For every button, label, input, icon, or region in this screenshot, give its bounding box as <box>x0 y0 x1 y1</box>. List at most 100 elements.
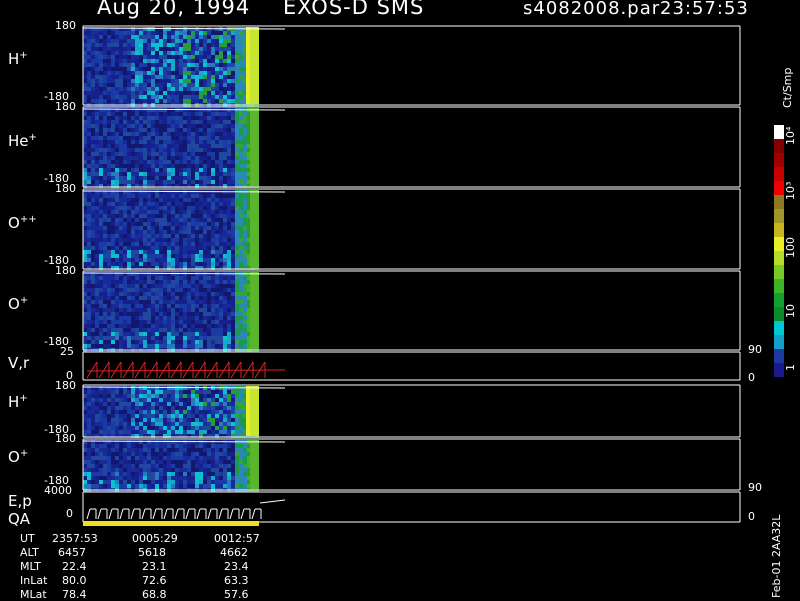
heatmap-cell <box>167 55 171 59</box>
heatmap-cell <box>99 430 103 434</box>
heatmap-cell <box>91 180 95 184</box>
heatmap-cell <box>235 484 239 488</box>
heatmap-cell <box>199 250 203 254</box>
heatmap-cell <box>195 336 199 340</box>
heatmap-cell <box>147 148 151 152</box>
heatmap-cell <box>195 148 199 152</box>
heatmap-cell <box>187 59 191 63</box>
heatmap-cell <box>111 272 115 276</box>
heatmap-cell <box>195 132 199 136</box>
heatmap-cell <box>239 332 243 336</box>
heatmap-cell <box>163 448 167 452</box>
heatmap-cell <box>87 426 91 430</box>
heatmap-cell <box>115 47 119 51</box>
heatmap-cell <box>223 324 227 328</box>
heatmap-cell <box>167 164 171 168</box>
heatmap-cell <box>235 324 239 328</box>
heatmap-cell <box>179 210 183 214</box>
heatmap-cell <box>91 234 95 238</box>
heatmap-cell <box>107 116 111 120</box>
heatmap-cell <box>203 456 207 460</box>
heatmap-cell <box>103 67 107 71</box>
heatmap-cell <box>147 288 151 292</box>
heatmap-cell <box>131 308 135 312</box>
heatmap-cell <box>111 430 115 434</box>
heatmap-cell <box>107 464 111 468</box>
heatmap-cell <box>215 35 219 39</box>
heatmap-cell <box>83 320 87 324</box>
heatmap-cell <box>131 320 135 324</box>
heatmap-cell <box>95 308 99 312</box>
heatmap-cell <box>171 206 175 210</box>
heatmap-cell <box>203 226 207 230</box>
heatmap-cell <box>211 480 215 484</box>
heatmap-cell <box>119 156 123 160</box>
heatmap-cell <box>227 206 231 210</box>
heatmap-cell <box>231 120 235 124</box>
heatmap-cell <box>203 180 207 184</box>
heatmap-cell <box>167 75 171 79</box>
heatmap-cell <box>131 444 135 448</box>
heatmap-cell <box>215 63 219 67</box>
heatmap-cell <box>91 120 95 124</box>
heatmap-cell <box>107 180 111 184</box>
heatmap-cell <box>191 430 195 434</box>
heatmap-cell <box>151 108 155 112</box>
heatmap-cell <box>107 128 111 132</box>
heatmap-cell <box>187 63 191 67</box>
heatmap-cell <box>219 214 223 218</box>
heatmap-cell <box>115 222 119 226</box>
heatmap-cell <box>235 140 239 144</box>
heatmap-cell <box>151 140 155 144</box>
heatmap-cell <box>211 394 215 398</box>
heatmap-cell <box>131 344 135 348</box>
heatmap-cell <box>215 250 219 254</box>
heatmap-cell <box>227 254 231 258</box>
heatmap-cell <box>99 79 103 83</box>
heatmap-cell <box>91 414 95 418</box>
heatmap-cell <box>167 95 171 99</box>
heatmap-cell <box>163 198 167 202</box>
heatmap-cell <box>123 272 127 276</box>
heatmap-cell <box>239 210 243 214</box>
heatmap-cell <box>147 246 151 250</box>
heatmap-cell <box>159 198 163 202</box>
heatmap-cell <box>243 168 247 172</box>
heatmap-cell <box>179 214 183 218</box>
heatmap-cell <box>171 304 175 308</box>
heatmap-cell <box>95 448 99 452</box>
heatmap-cell <box>195 83 199 87</box>
heatmap-cell <box>139 132 143 136</box>
heatmap-cell <box>87 99 91 103</box>
heatmap-cell <box>195 210 199 214</box>
heatmap-cell <box>127 59 131 63</box>
heatmap-cell <box>235 456 239 460</box>
panel-label-vr: V,r <box>8 354 30 372</box>
heatmap-cell <box>187 198 191 202</box>
heatmap-cell <box>231 148 235 152</box>
energy-trace <box>152 508 157 520</box>
heatmap-cell <box>183 292 187 296</box>
heatmap-cell <box>119 234 123 238</box>
heatmap-cell <box>91 164 95 168</box>
heatmap-cell <box>183 250 187 254</box>
heatmap-cell <box>235 476 239 480</box>
heatmap-cell <box>187 460 191 464</box>
heatmap-cell <box>95 95 99 99</box>
heatmap-cell <box>239 468 243 472</box>
heatmap-cell <box>231 288 235 292</box>
heatmap-cell <box>115 99 119 103</box>
heatmap-cell <box>179 258 183 262</box>
heatmap-cell <box>139 95 143 99</box>
heatmap-cell <box>119 452 123 456</box>
heatmap-cell <box>135 198 139 202</box>
heatmap-cell <box>191 316 195 320</box>
heatmap-cell <box>215 124 219 128</box>
heatmap-cell <box>195 136 199 140</box>
heatmap-cell <box>155 386 159 390</box>
heatmap-cell <box>235 316 239 320</box>
heatmap-cell <box>111 230 115 234</box>
heatmap-cell <box>127 484 131 488</box>
heatmap-cell <box>123 292 127 296</box>
heatmap-cell <box>83 394 87 398</box>
